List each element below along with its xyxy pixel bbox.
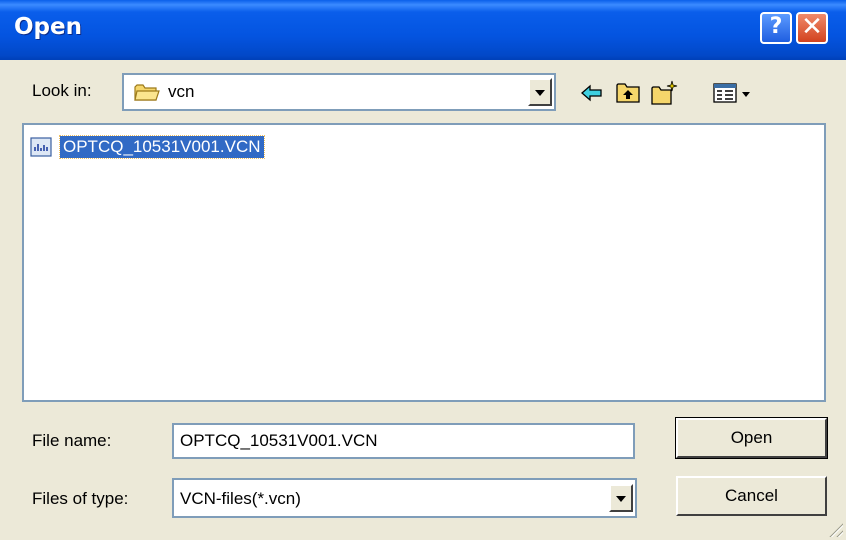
look-in-value: vcn [168,82,195,101]
look-in-dropdown-arrow[interactable] [528,78,552,106]
file-name-label: OPTCQ_10531V001.VCN [59,135,265,159]
files-of-type-combo[interactable]: VCN-files(*.vcn) [172,478,637,518]
window-title: Open [14,14,82,40]
file-icon [30,137,52,157]
files-of-type-label: Files of type: [32,489,129,508]
view-menu-icon[interactable] [712,79,760,107]
open-button[interactable]: Open [675,417,828,459]
look-in-label: Look in: [32,81,92,100]
up-one-level-icon[interactable] [614,79,642,107]
help-button[interactable]: ? [760,12,792,44]
title-bar[interactable]: Open ? ✕ [0,0,846,60]
files-of-type-dropdown-arrow[interactable] [609,484,633,512]
back-arrow-icon[interactable] [578,79,606,107]
file-list[interactable]: OPTCQ_10531V001.VCN [22,123,826,402]
files-of-type-value: VCN-files(*.vcn) [180,489,301,508]
close-button[interactable]: ✕ [796,12,828,44]
folder-icon [134,84,160,101]
file-name-input[interactable] [172,423,635,459]
file-name-label-text: File name: [32,431,112,450]
resize-grip[interactable] [827,521,843,537]
open-dialog: Open ? ✕ Look in: vcn OPTCQ_10531V001.VC… [0,0,846,540]
new-folder-icon[interactable] [650,79,678,107]
cancel-button[interactable]: Cancel [676,476,827,516]
look-in-combo[interactable]: vcn [122,73,556,111]
